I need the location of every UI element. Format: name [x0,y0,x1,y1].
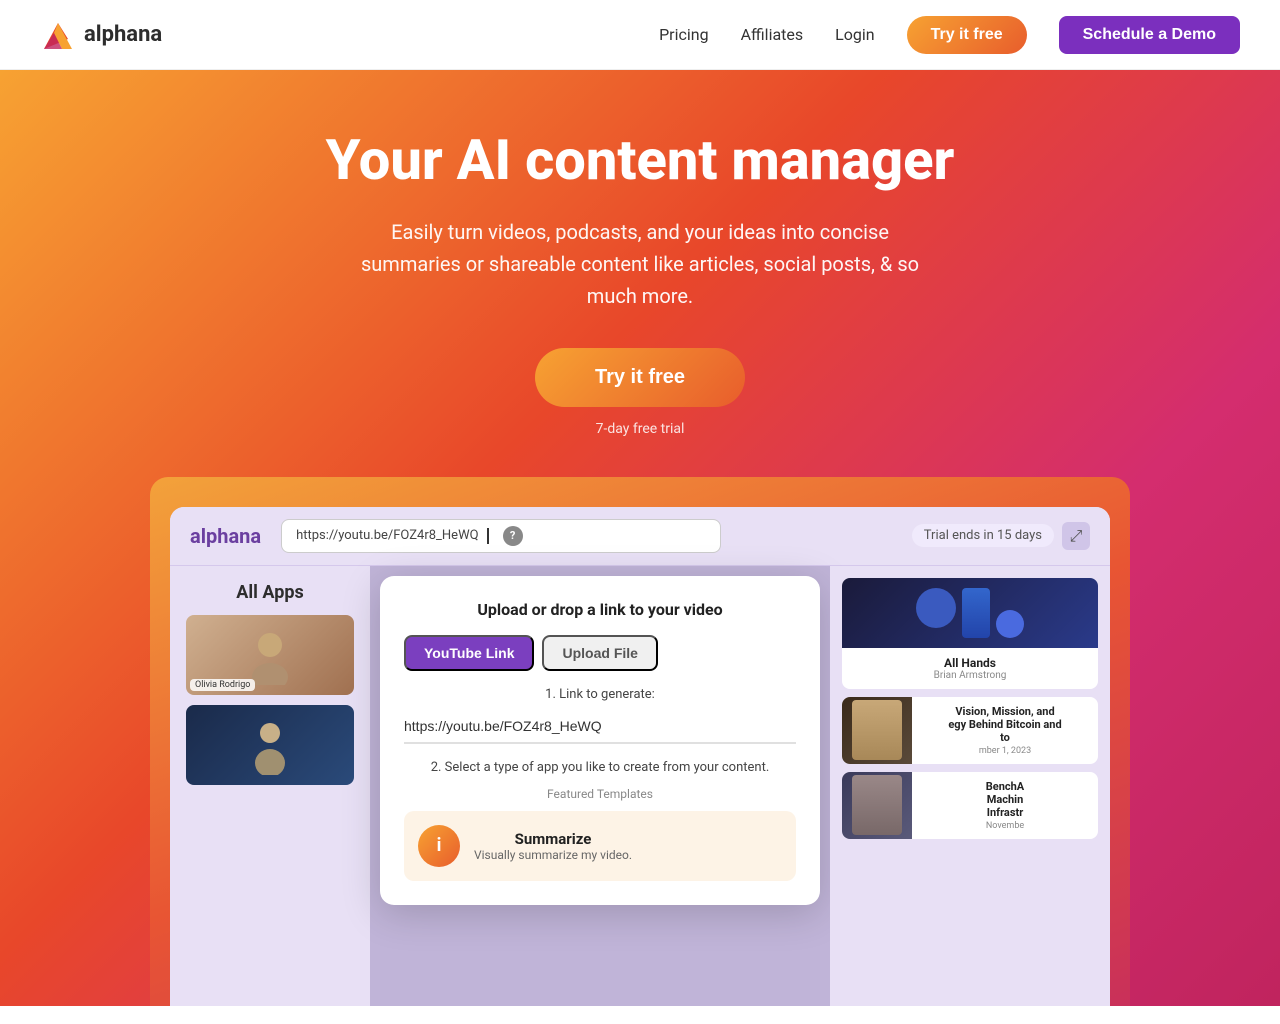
modal-box: Upload or drop a link to your video YouT… [380,576,820,905]
app-modal-overlay: Upload or drop a link to your video YouT… [370,566,830,1006]
thumbnail-grid: Olivia Rodrigo [186,615,354,785]
template-title: Summarize [474,830,632,848]
navbar-schedule-button[interactable]: Schedule a Demo [1059,16,1240,54]
app-url-bar[interactable]: https://youtu.be/FOZ4r8_HeWQ ? [281,519,721,553]
app-topbar: alphana https://youtu.be/FOZ4r8_HeWQ ? T… [170,507,1110,566]
right-card-bench[interactable]: BenchAMachinInfrastr Novembe [842,772,1098,839]
select-type-label: 2. Select a type of app you like to crea… [404,760,796,775]
tab-youtube-link[interactable]: YouTube Link [404,635,534,671]
card-allhands-subtitle: Brian Armstrong [852,670,1088,681]
url-text: https://youtu.be/FOZ4r8_HeWQ [296,528,478,543]
right-card-vision-visual [842,697,912,764]
card-bench-title: BenchAMachinInfrastr [920,780,1090,819]
template-subtitle: Visually summarize my video. [474,848,632,862]
template-icon-summarize: i [418,825,460,867]
template-info: Summarize Visually summarize my video. [474,830,632,862]
shape-circle-large [916,588,956,628]
right-card-bench-visual [842,772,912,839]
hero-try-free-button[interactable]: Try it free [535,348,745,407]
app-inner: alphana https://youtu.be/FOZ4r8_HeWQ ? T… [170,507,1110,1006]
card-allhands-title: All Hands [852,656,1088,670]
person2-thumbnail-icon [245,715,295,775]
tab-upload-file[interactable]: Upload File [542,635,657,671]
right-card-allhands-visual [842,578,1098,648]
person-thumbnail-icon [240,625,300,685]
template-card-summarize[interactable]: i Summarize Visually summarize my video. [404,811,796,881]
trial-badge: Trial ends in 15 days [912,524,1054,547]
right-card-bench-body: BenchAMachinInfrastr Novembe [912,772,1098,839]
nav-pricing[interactable]: Pricing [659,25,709,44]
card-vision-date: mber 1, 2023 [920,746,1090,756]
navbar-try-free-button[interactable]: Try it free [907,16,1027,54]
logo-text: alphana [84,22,162,47]
right-card-allhands-body: All Hands Brian Armstrong [842,648,1098,689]
right-card-allhands[interactable]: All Hands Brian Armstrong [842,578,1098,689]
app-left-panel: All Apps [170,566,370,1006]
modal-title: Upload or drop a link to your video [404,600,796,619]
thumb-label-1: Olivia Rodrigo [190,679,255,691]
link-label: 1. Link to generate: [404,687,796,702]
expand-button[interactable]: ⤢ [1062,522,1090,550]
right-card-vision-body: Vision, Mission, andegy Behind Bitcoin a… [912,697,1098,764]
card-bench-date: Novembe [920,821,1090,831]
thumbnail-2[interactable] [186,705,354,785]
url-cursor [487,528,489,544]
card-shapes [916,588,1024,638]
logo[interactable]: alphana [40,17,162,53]
app-preview-wrapper: alphana https://youtu.be/FOZ4r8_HeWQ ? T… [20,477,1260,1006]
person-placeholder [852,700,902,760]
link-input[interactable] [404,710,796,744]
logo-icon [40,17,76,53]
nav-affiliates[interactable]: Affiliates [741,25,804,44]
hero-section: Your AI content manager Easily turn vide… [0,70,1280,1006]
navbar-right: Pricing Affiliates Login Try it free Sch… [659,16,1240,54]
shape-rect [962,588,990,638]
right-card-vision[interactable]: Vision, Mission, andegy Behind Bitcoin a… [842,697,1098,764]
bench-person-placeholder [852,775,902,835]
help-icon[interactable]: ? [503,526,523,546]
hero-subtitle: Easily turn videos, podcasts, and your i… [360,216,920,312]
app-inner-logo: alphana [190,524,261,548]
template-icon-letter: i [437,835,442,856]
app-content: All Apps [170,566,1110,1006]
modal-tabs: YouTube Link Upload File [404,635,796,671]
app-preview: alphana https://youtu.be/FOZ4r8_HeWQ ? T… [150,477,1130,1006]
shape-circle-small [996,610,1024,638]
card-vision-title: Vision, Mission, andegy Behind Bitcoin a… [920,705,1090,744]
thumbnail-1[interactable]: Olivia Rodrigo [186,615,354,695]
all-apps-title: All Apps [186,582,354,603]
nav-login[interactable]: Login [835,25,874,44]
navbar: alphana Pricing Affiliates Login Try it … [0,0,1280,70]
hero-trial-text: 7-day free trial [596,421,685,437]
featured-templates-title: Featured Templates [404,787,796,801]
app-right-panel: All Hands Brian Armstrong Vision, Missio… [830,566,1110,1006]
hero-title: Your AI content manager [326,130,955,192]
